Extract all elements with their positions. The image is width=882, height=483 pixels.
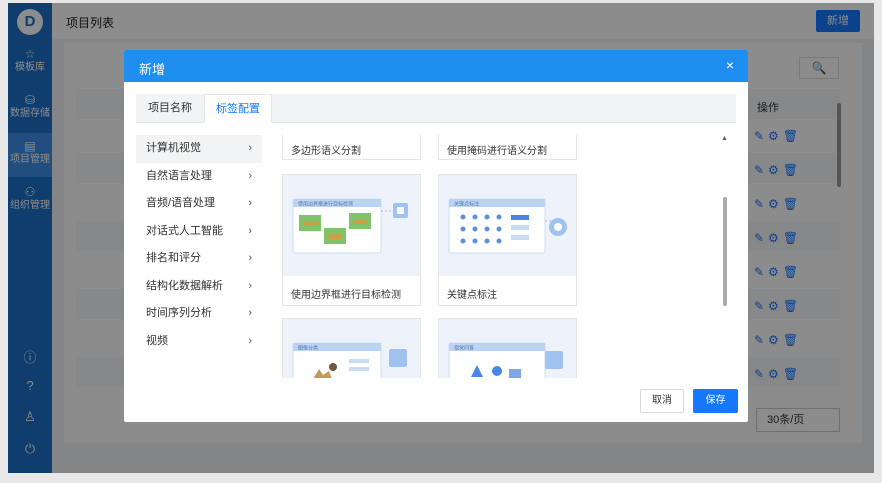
dialog-header: 新增 × bbox=[124, 50, 748, 82]
category-item[interactable]: 自然语言处理 › bbox=[136, 163, 262, 191]
card-label: 使用掩码进行语义分割 bbox=[447, 146, 547, 157]
scroll-up-icon[interactable]: ▲ bbox=[721, 135, 728, 142]
chevron-right-icon: › bbox=[248, 279, 252, 292]
card-label: 使用边界框进行目标检测 bbox=[291, 290, 401, 301]
category-label: 自然语言处理 bbox=[146, 169, 212, 182]
add-project-dialog: 新增 × 项目名称 标签配置 计算机视觉 › 自然语言处理 › 音频/语音处理 › 对… bbox=[124, 50, 748, 422]
category-item[interactable]: 计算机视觉 › bbox=[136, 135, 262, 163]
chevron-right-icon: › bbox=[248, 307, 252, 319]
tab-label-config[interactable]: 标签配置 bbox=[204, 94, 272, 123]
chevron-right-icon: › bbox=[248, 142, 252, 154]
template-card[interactable]: 多边形语义分割 bbox=[282, 135, 421, 160]
card-thumbnail: 图像分类 bbox=[283, 319, 420, 378]
thumbnail-caption: 使用边界框进行目标检测 bbox=[298, 201, 353, 208]
template-card[interactable]: 图像分类 bbox=[282, 318, 421, 378]
chevron-right-icon: › bbox=[248, 169, 252, 182]
card-label: 多边形语义分割 bbox=[291, 146, 361, 157]
chevron-right-icon: › bbox=[248, 197, 252, 209]
category-item[interactable]: 视频 › bbox=[136, 328, 262, 356]
save-button[interactable]: 保存 bbox=[693, 389, 738, 413]
card-thumbnail: 使用边界框进行目标检测 bbox=[283, 175, 420, 276]
dialog-title: 新增 bbox=[139, 62, 166, 77]
category-label: 排名和评分 bbox=[146, 252, 201, 264]
scroll-thumb[interactable] bbox=[723, 197, 727, 306]
thumbnail-caption: 图像分类 bbox=[298, 345, 318, 352]
category-label: 计算机视觉 bbox=[146, 142, 201, 154]
category-label: 视频 bbox=[146, 334, 168, 347]
template-card-grid: 多边形语义分割 使用掩码进行语义分割 使用边界框进行目标检测 使用边界框进行目标… bbox=[277, 135, 722, 378]
card-label: 关键点标注 bbox=[447, 290, 497, 301]
category-label: 音频/语音处理 bbox=[146, 197, 216, 209]
category-item[interactable]: 对话式人工智能 › bbox=[136, 218, 262, 246]
template-card[interactable]: 使用边界框进行目标检测 使用边界框进行目标检测 bbox=[282, 174, 421, 306]
category-list: 计算机视觉 › 自然语言处理 › 音频/语音处理 › 对话式人工智能 › 排名和评分 › … bbox=[136, 135, 262, 355]
chevron-right-icon: › bbox=[248, 224, 252, 237]
card-thumbnail: 视觉问答 bbox=[439, 319, 576, 378]
card-thumbnail: 关键点标注 bbox=[439, 175, 576, 276]
template-card[interactable]: 视觉问答 bbox=[438, 318, 577, 378]
dialog-tabs: 项目名称 标签配置 bbox=[136, 94, 736, 123]
category-label: 时间序列分析 bbox=[146, 307, 212, 319]
close-icon[interactable]: × bbox=[726, 57, 734, 73]
category-label: 对话式人工智能 bbox=[146, 224, 223, 237]
chevron-right-icon: › bbox=[248, 252, 252, 264]
thumbnail-caption: 视觉问答 bbox=[454, 345, 474, 352]
template-card[interactable]: 关键点标注 关键点标注 bbox=[438, 174, 577, 306]
tab-project-name[interactable]: 项目名称 bbox=[136, 94, 204, 123]
category-item[interactable]: 音频/语音处理 › bbox=[136, 190, 262, 218]
thumbnail-caption: 关键点标注 bbox=[454, 201, 479, 208]
category-label: 结构化数据解析 bbox=[146, 279, 223, 292]
cancel-button[interactable]: 取消 bbox=[640, 389, 684, 413]
chevron-right-icon: › bbox=[248, 334, 252, 347]
card-grid-scrollbar[interactable]: ▲ bbox=[721, 135, 729, 378]
template-card[interactable]: 使用掩码进行语义分割 bbox=[438, 135, 577, 160]
category-item[interactable]: 时间序列分析 › bbox=[136, 300, 262, 328]
dialog-footer: 取消 保存 bbox=[124, 380, 748, 422]
category-item[interactable]: 排名和评分 › bbox=[136, 245, 262, 273]
app-window: D ☆ 模板库 ⛁ 数据存储 ▤ 项目管理 ⚇ 组织管理 ⓘ ? ♙ ⏻ 项目列… bbox=[8, 3, 874, 473]
category-item[interactable]: 结构化数据解析 › bbox=[136, 273, 262, 301]
